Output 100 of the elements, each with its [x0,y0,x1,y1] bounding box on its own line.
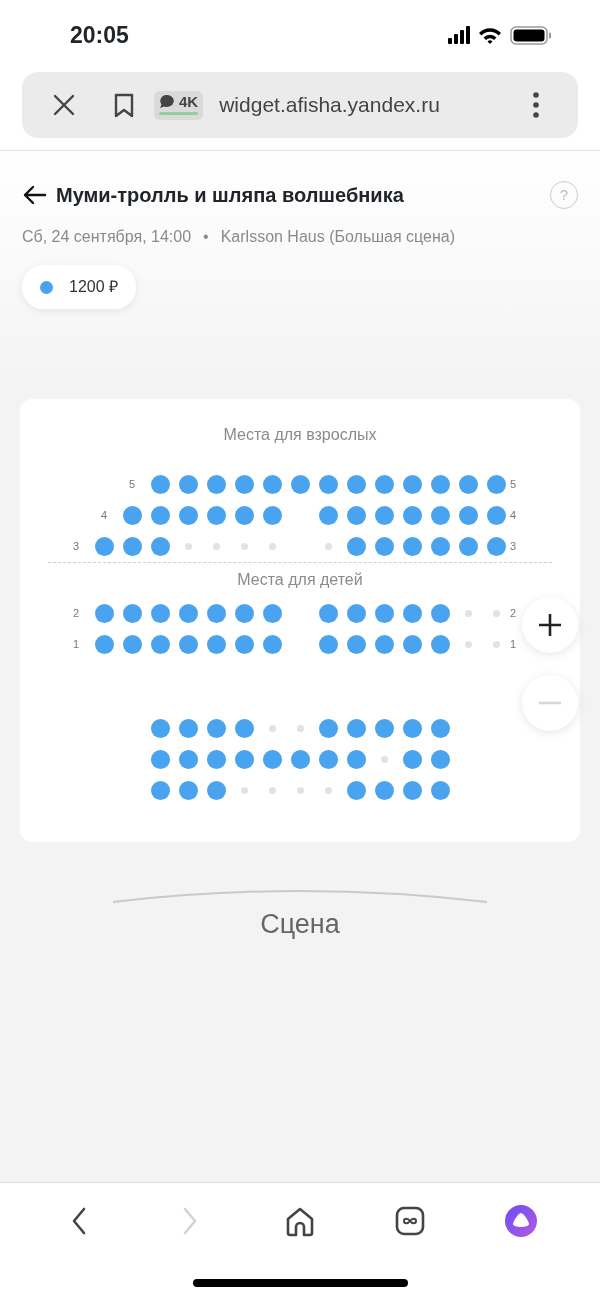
available-seat[interactable] [178,635,198,654]
available-seat[interactable] [486,537,506,556]
available-seat[interactable] [206,475,226,494]
available-seat[interactable] [94,537,114,556]
available-seat[interactable] [178,475,198,494]
available-seat[interactable] [430,635,450,654]
available-seat[interactable] [150,719,170,738]
available-seat[interactable] [346,537,366,556]
available-seat[interactable] [402,719,422,738]
available-seat[interactable] [402,475,422,494]
available-seat[interactable] [318,506,338,525]
available-seat[interactable] [122,537,142,556]
more-icon [533,92,539,118]
available-seat[interactable] [402,537,422,556]
available-seat[interactable] [486,475,506,494]
row-number: 1 [72,637,80,653]
event-date: Сб, 24 сентября, 14:00 [22,227,192,247]
available-seat[interactable] [346,475,366,494]
available-seat[interactable] [234,750,254,769]
price-chip[interactable]: 1200 ₽ [22,265,137,309]
available-seat[interactable] [150,506,170,525]
available-seat[interactable] [150,475,170,494]
available-seat[interactable] [430,719,450,738]
available-seat[interactable] [346,506,366,525]
available-seat[interactable] [318,750,338,769]
available-seat[interactable] [402,750,422,769]
available-seat[interactable] [262,475,282,494]
available-seat[interactable] [178,604,198,623]
comments-badge[interactable]: 4K [154,90,204,120]
available-seat[interactable] [458,475,478,494]
available-seat[interactable] [94,604,114,623]
available-seat[interactable] [374,537,394,556]
available-seat[interactable] [206,719,226,738]
available-seat[interactable] [262,750,282,769]
available-seat[interactable] [318,604,338,623]
section-title: Места для детей [236,570,364,590]
wifi-icon [478,26,502,44]
available-seat[interactable] [346,635,366,654]
available-seat[interactable] [262,506,282,525]
available-seat[interactable] [430,537,450,556]
available-seat[interactable] [290,750,310,769]
available-seat[interactable] [430,781,450,800]
available-seat[interactable] [346,781,366,800]
available-seat[interactable] [374,781,394,800]
row-number: 4 [510,508,517,524]
url-text[interactable]: widget.afisha.yandex.ru [219,89,514,121]
available-seat[interactable] [122,604,142,623]
available-seat[interactable] [178,781,198,800]
available-seat[interactable] [262,604,282,623]
available-seat[interactable] [234,506,254,525]
available-seat[interactable] [458,537,478,556]
available-seat[interactable] [150,635,170,654]
available-seat[interactable] [234,719,254,738]
available-seat[interactable] [318,475,338,494]
available-seat[interactable] [234,475,254,494]
available-seat[interactable] [122,506,142,525]
available-seat[interactable] [178,719,198,738]
available-seat[interactable] [346,750,366,769]
available-seat[interactable] [178,750,198,769]
available-seat[interactable] [346,719,366,738]
available-seat[interactable] [402,635,422,654]
available-seat[interactable] [374,719,394,738]
available-seat[interactable] [402,604,422,623]
row-number: 3 [72,539,80,555]
speech-bubble-icon [159,93,175,109]
available-seat[interactable] [94,635,114,654]
available-seat[interactable] [374,475,394,494]
available-seat[interactable] [430,604,450,623]
available-seat[interactable] [430,506,450,525]
available-seat[interactable] [430,475,450,494]
available-seat[interactable] [318,635,338,654]
available-seat[interactable] [206,781,226,800]
available-seat[interactable] [346,604,366,623]
available-seat[interactable] [318,719,338,738]
available-seat[interactable] [402,781,422,800]
available-seat[interactable] [150,781,170,800]
available-seat[interactable] [374,635,394,654]
available-seat[interactable] [150,750,170,769]
available-seat[interactable] [458,506,478,525]
available-seat[interactable] [234,604,254,623]
available-seat[interactable] [178,506,198,525]
available-seat[interactable] [290,475,310,494]
available-seat[interactable] [206,604,226,623]
available-seat[interactable] [374,604,394,623]
available-seat[interactable] [206,506,226,525]
minus-icon [538,701,562,705]
back-icon [72,1207,87,1235]
available-seat[interactable] [430,750,450,769]
back-arrow-icon [23,185,47,205]
available-seat[interactable] [486,506,506,525]
available-seat[interactable] [402,506,422,525]
available-seat[interactable] [262,635,282,654]
available-seat[interactable] [150,604,170,623]
available-seat[interactable] [206,750,226,769]
available-seat[interactable] [150,537,170,556]
signal-icon [448,26,470,44]
available-seat[interactable] [374,506,394,525]
available-seat[interactable] [122,635,142,654]
available-seat[interactable] [234,635,254,654]
available-seat[interactable] [206,635,226,654]
